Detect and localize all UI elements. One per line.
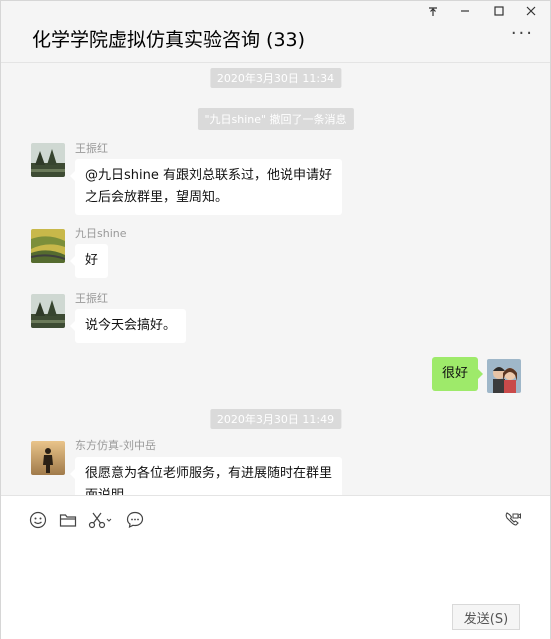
sender-name: 王振红 bbox=[75, 142, 108, 155]
folder-icon[interactable] bbox=[58, 510, 78, 530]
message-list[interactable]: 2020年3月30日 11:34 "九日shine" 撤回了一条消息 王振红 @… bbox=[1, 63, 550, 495]
landscape-avatar[interactable] bbox=[31, 294, 65, 328]
send-button[interactable]: 发送(S) bbox=[452, 604, 520, 630]
chat-window: 化学学院虚拟仿真实验咨询 (33) ··· 2020年3月30日 11:34 "… bbox=[0, 0, 551, 639]
chat-header: 化学学院虚拟仿真实验咨询 (33) ··· bbox=[1, 1, 550, 63]
chat-history-icon[interactable] bbox=[125, 510, 145, 530]
message-line: @九日shine 有跟刘总联系过，他说申请好 bbox=[85, 168, 332, 183]
video-call-icon[interactable] bbox=[503, 510, 523, 530]
couple-avatar[interactable] bbox=[487, 359, 521, 393]
sender-name: 九日shine bbox=[75, 227, 127, 240]
system-message: "九日shine" 撤回了一条消息 bbox=[197, 108, 354, 130]
message-bubble[interactable]: 好 bbox=[69, 244, 109, 278]
silhouette-avatar[interactable] bbox=[31, 441, 65, 475]
message-line: 说今天会搞好。 bbox=[85, 318, 177, 333]
chat-title: 化学学院虚拟仿真实验咨询 (33) bbox=[32, 29, 306, 51]
scissors-icon[interactable] bbox=[88, 510, 114, 530]
sender-name: 王振红 bbox=[75, 292, 108, 305]
more-options-icon[interactable]: ··· bbox=[511, 25, 534, 43]
field-avatar[interactable] bbox=[31, 229, 65, 263]
message-line: 很好 bbox=[441, 366, 468, 381]
minimize-icon[interactable] bbox=[455, 5, 475, 20]
message-line: 好 bbox=[85, 253, 99, 268]
compose-area[interactable]: 发送(S) bbox=[1, 495, 550, 639]
message-bubble[interactable]: @九日shine 有跟刘总联系过，他说申请好 之后会放群里，望周知。 bbox=[70, 159, 342, 215]
sender-name: 东方仿真-刘中岳 bbox=[75, 439, 156, 452]
landscape-avatar[interactable] bbox=[31, 143, 65, 177]
message-line: 之后会放群里，望周知。 bbox=[85, 190, 229, 205]
emoji-icon[interactable] bbox=[28, 510, 48, 530]
message-line: 面说明 bbox=[85, 485, 332, 495]
timestamp-badge: 2020年3月30日 11:49 bbox=[209, 409, 342, 429]
message-line: 很愿意为各位老师服务，有进展随时在群里 bbox=[85, 466, 333, 481]
message-bubble[interactable]: 很愿意为各位老师服务，有进展随时在群里 面说明 bbox=[69, 457, 343, 495]
maximize-icon[interactable] bbox=[489, 5, 509, 20]
message-bubble[interactable]: 说今天会搞好。 bbox=[69, 309, 187, 343]
pin-icon[interactable] bbox=[423, 5, 443, 20]
timestamp-badge: 2020年3月30日 11:34 bbox=[209, 68, 342, 88]
close-icon[interactable] bbox=[521, 5, 541, 20]
message-bubble-self[interactable]: 很好 bbox=[431, 357, 484, 391]
